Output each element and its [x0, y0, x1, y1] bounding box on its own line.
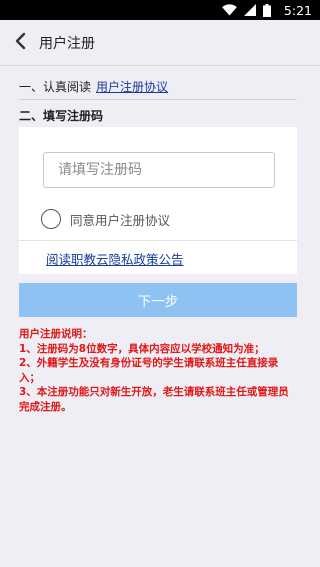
note-item: 3、本注册功能只对新生开放，老生请联系班主任或管理员完成注册。	[19, 386, 289, 413]
agree-label: 同意用户注册协议	[70, 212, 171, 228]
signal-icon	[243, 4, 256, 16]
note-item: 1、注册码为8位数字，具体内容应以学校通知为准；	[19, 342, 265, 355]
registration-notes: 用户注册说明： 1、注册码为8位数字，具体内容应以学校通知为准； 2、外籍学生及…	[19, 327, 299, 414]
step-read-agreement: 一、认真阅读 用户注册协议	[19, 78, 168, 95]
chevron-left-icon	[14, 32, 26, 54]
app-header: 用户注册	[0, 20, 320, 66]
agree-radio[interactable]	[41, 209, 61, 229]
step-enter-code: 二、填写注册码	[19, 109, 104, 123]
section-divider	[19, 99, 297, 100]
note-item: 2、外籍学生及没有身份证号的学生请联系班主任直接录入；	[19, 357, 279, 384]
agree-agreement-row[interactable]: 同意用户注册协议	[41, 209, 170, 229]
step1-text: 一、认真阅读	[19, 80, 92, 94]
privacy-policy-link[interactable]: 阅读职教云隐私政策公告	[46, 249, 184, 268]
registration-code-input[interactable]	[43, 152, 275, 188]
notes-title: 用户注册说明：	[19, 328, 93, 340]
card-divider	[19, 240, 297, 241]
registration-card: 同意用户注册协议 阅读职教云隐私政策公告	[19, 127, 297, 274]
clock: 5:21	[283, 2, 312, 18]
user-agreement-link[interactable]: 用户注册协议	[96, 80, 168, 94]
battery-icon	[262, 3, 271, 17]
wifi-icon	[222, 4, 237, 16]
back-button[interactable]	[3, 20, 37, 66]
page-title: 用户注册	[39, 35, 95, 52]
next-button[interactable]: 下一步	[19, 283, 297, 317]
status-bar: 5:21	[0, 0, 320, 20]
